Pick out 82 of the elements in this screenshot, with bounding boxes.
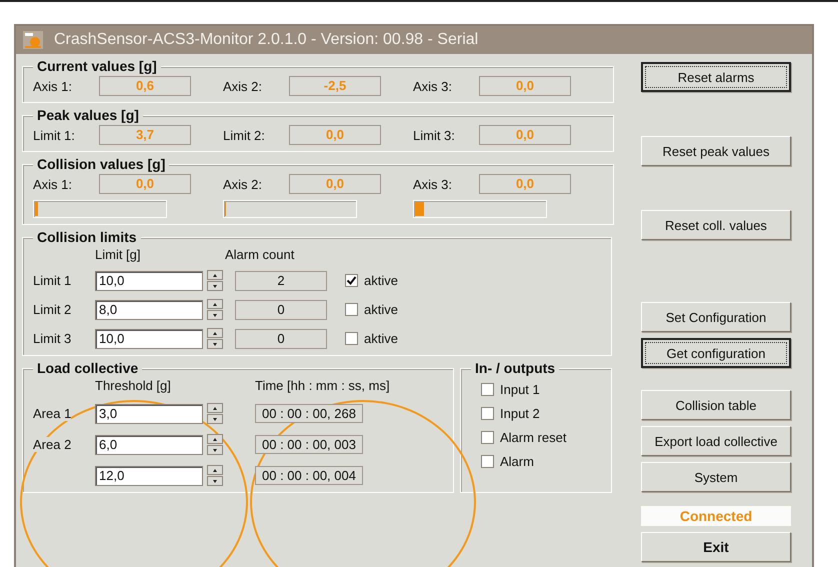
- checkbox-label: Input 2: [500, 406, 540, 421]
- spin-up-button[interactable]: [207, 328, 223, 338]
- value-display: 0,0: [479, 76, 571, 96]
- group-title: Load collective: [33, 360, 142, 376]
- field-label: Limit 2: [33, 302, 72, 317]
- checkbox-label: Alarm reset: [500, 430, 566, 445]
- value-display: 0,0: [99, 174, 191, 194]
- spin-down-button[interactable]: [207, 476, 223, 486]
- field-label: Area 2: [33, 437, 72, 452]
- arrow-up-icon: [212, 436, 218, 442]
- number-field[interactable]: 6,0: [95, 434, 203, 454]
- value-display: 3,7: [99, 125, 191, 145]
- value-display: 0,6: [99, 76, 191, 96]
- arrow-down-icon: [212, 478, 218, 484]
- group-title: Collision values [g]: [33, 156, 170, 172]
- count-display: 2: [235, 270, 327, 290]
- time-display: 00 : 00 : 00, 004: [255, 466, 363, 485]
- spin-up-button[interactable]: [207, 299, 223, 309]
- action-button[interactable]: Collision table: [641, 390, 791, 420]
- group-title: Peak values [g]: [33, 107, 143, 123]
- arrow-down-icon: [212, 448, 218, 452]
- action-button[interactable]: Reset alarms: [641, 62, 791, 92]
- value-display: 0,0: [479, 125, 571, 145]
- arrow-up-icon: [212, 468, 218, 472]
- spin-down-button[interactable]: [207, 445, 223, 455]
- checkbox-label: aktive: [364, 331, 398, 346]
- checkbox-label: Input 1: [500, 382, 540, 397]
- window-title: CrashSensor-ACS3-Monitor 2.0.1.0 - Version: 00.98 - Serial: [54, 31, 478, 49]
- spin-down-button[interactable]: [207, 310, 223, 320]
- checkbox[interactable]: [345, 303, 358, 316]
- checkbox[interactable]: [481, 383, 494, 396]
- spin-up-button[interactable]: [207, 465, 223, 475]
- group-title: Current values [g]: [33, 58, 161, 74]
- spin-down-button[interactable]: [207, 414, 223, 424]
- arrow-down-icon: [212, 416, 218, 422]
- value-display: -2,5: [289, 76, 381, 96]
- field-label: Limit 1: [33, 273, 72, 288]
- number-field[interactable]: 8,0: [95, 300, 203, 320]
- action-button[interactable]: Set Configuration: [641, 302, 791, 332]
- number-field[interactable]: 12,0: [95, 466, 203, 486]
- spin-up-button[interactable]: [207, 403, 223, 413]
- arrow-up-icon: [212, 406, 218, 410]
- connection-status: Connected: [641, 506, 791, 526]
- group-title: Collision limits: [33, 229, 141, 245]
- action-button[interactable]: Get configuration: [641, 338, 791, 368]
- checkbox-label: aktive: [364, 302, 398, 317]
- spin-up-button[interactable]: [207, 270, 223, 280]
- action-button[interactable]: Reset coll. values: [641, 210, 791, 240]
- checkbox[interactable]: [481, 431, 494, 444]
- count-display: 0: [235, 328, 327, 348]
- number-field[interactable]: 10,0: [95, 328, 203, 348]
- field-label: Area 1: [33, 406, 72, 421]
- spin-up-button[interactable]: [207, 434, 223, 444]
- arrow-up-icon: [212, 272, 218, 278]
- checkbox[interactable]: [481, 455, 494, 468]
- arrow-down-icon: [212, 312, 218, 318]
- checkbox[interactable]: [345, 332, 358, 345]
- field-label: Limit 3: [33, 331, 72, 346]
- group-title: In- / outputs: [471, 360, 560, 376]
- exit-button[interactable]: Exit: [641, 532, 791, 562]
- number-field[interactable]: 10,0: [95, 270, 203, 290]
- checkbox-label: aktive: [364, 273, 398, 288]
- arrow-up-icon: [212, 330, 218, 336]
- checkbox[interactable]: [345, 274, 358, 287]
- count-display: 0: [235, 300, 327, 320]
- action-button[interactable]: Export load collective: [641, 426, 791, 456]
- time-display: 00 : 00 : 00, 003: [255, 435, 363, 454]
- app-logo-icon: [22, 30, 44, 50]
- checkbox[interactable]: [481, 407, 494, 420]
- value-display: 0,0: [289, 125, 381, 145]
- time-display: 00 : 00 : 00, 268: [255, 404, 363, 423]
- arrow-down-icon: [212, 342, 218, 346]
- value-display: 0,0: [289, 174, 381, 194]
- checkbox-label: Alarm: [500, 454, 534, 469]
- value-display: 0,0: [479, 174, 571, 194]
- arrow-up-icon: [212, 302, 218, 306]
- action-button[interactable]: System: [641, 462, 791, 492]
- arrow-down-icon: [212, 284, 218, 288]
- spin-down-button[interactable]: [207, 339, 223, 349]
- number-field[interactable]: 3,0: [95, 404, 203, 424]
- action-button[interactable]: Reset peak values: [641, 136, 791, 166]
- spin-down-button[interactable]: [207, 281, 223, 291]
